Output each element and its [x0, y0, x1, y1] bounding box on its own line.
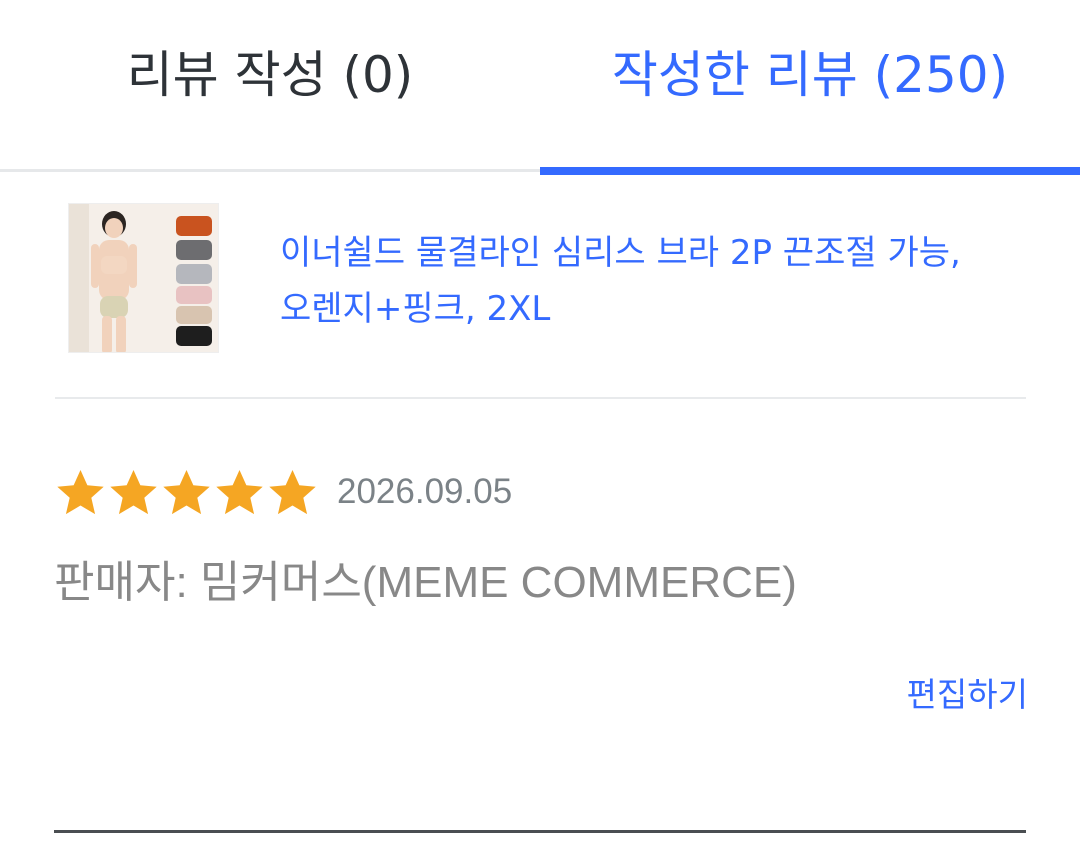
- edit-review-button[interactable]: 편집하기: [907, 668, 1028, 716]
- product-thumbnail[interactable]: [68, 203, 219, 353]
- product-summary: 이너쉴드 물결라인 심리스 브라 2P 끈조절 가능, 오렌지+핑크, 2XL: [68, 203, 1028, 353]
- star-icon: [57, 469, 104, 514]
- star-icon: [269, 469, 316, 514]
- product-photo-icon: [69, 204, 218, 352]
- tab-write-review[interactable]: 리뷰 작성 (0): [0, 0, 540, 172]
- review-rating-row: 2026.09.05: [54, 464, 512, 520]
- tab-written-reviews[interactable]: 작성한 리뷰 (250): [540, 0, 1080, 175]
- tab-written-reviews-label: 작성한 리뷰 (250): [611, 46, 1009, 104]
- tab-write-review-label: 리뷰 작성 (0): [126, 46, 414, 104]
- star-icon: [216, 469, 263, 514]
- product-name-link[interactable]: 이너쉴드 물결라인 심리스 브라 2P 끈조절 가능, 오렌지+핑크, 2XL: [280, 225, 1000, 337]
- seller-info: 판매자: 밈커머스(MEME COMMERCE): [54, 558, 797, 607]
- review-tabs: 리뷰 작성 (0) 작성한 리뷰 (250): [0, 0, 1080, 175]
- active-tab-indicator: [540, 167, 1080, 175]
- star-rating: [54, 466, 319, 519]
- review-bottom-divider: [54, 830, 1026, 833]
- review-date: 2026.09.05: [337, 472, 513, 511]
- star-icon: [110, 469, 157, 514]
- star-icon: [163, 469, 210, 514]
- section-divider: [55, 397, 1026, 399]
